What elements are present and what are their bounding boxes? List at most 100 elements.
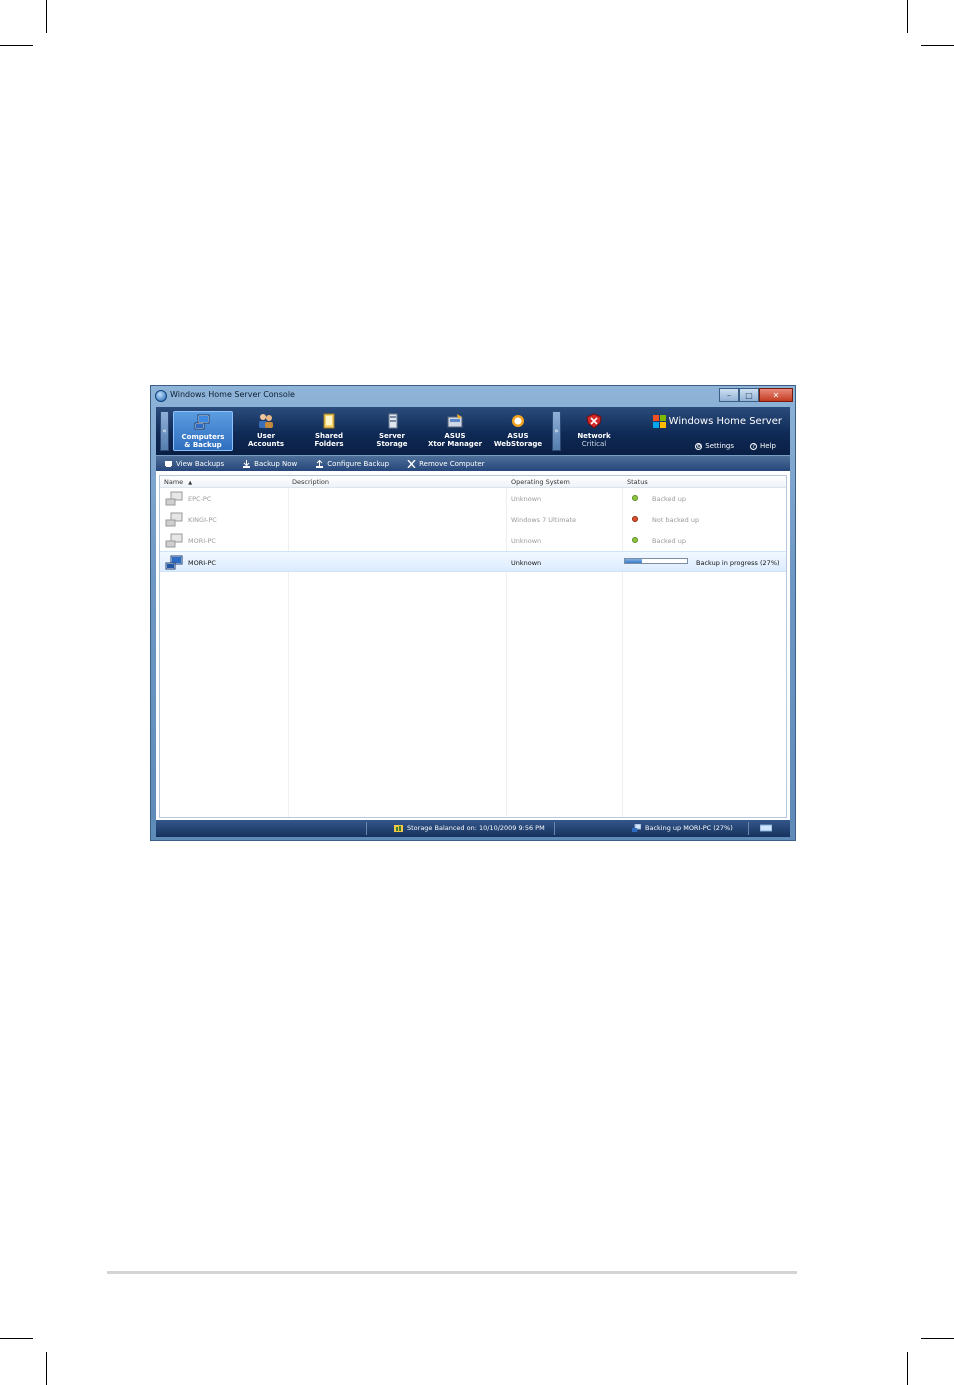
tab-xtor-line2: Xtor Manager — [427, 440, 483, 448]
table-row[interactable]: EPC-PC Unknown Backed up — [160, 488, 786, 509]
users-icon — [259, 414, 273, 428]
table-row[interactable]: MORI-PC Unknown Backed up — [160, 530, 786, 551]
configure-backup-icon — [316, 459, 324, 468]
maximize-button[interactable]: □ — [739, 388, 759, 402]
webstorage-icon — [512, 415, 524, 427]
crop-mark — [0, 1338, 33, 1339]
network-status-text: Critical — [581, 440, 607, 448]
console-window: Windows Home Server Console – □ ✕ « Comp… — [150, 385, 796, 841]
tab-storage-line1: Server — [378, 432, 405, 440]
computers-icon — [194, 414, 210, 430]
backup-now-button[interactable]: Backup Now — [242, 459, 298, 468]
computer-list: Name ▲ Description Operating System Stat… — [159, 475, 787, 818]
nav-scroll-left-button[interactable]: « — [160, 411, 169, 451]
crop-mark — [46, 0, 47, 33]
backup-status-text: Backing up MORI-PC (27%) — [645, 824, 733, 832]
help-link[interactable]: ? Help — [750, 442, 776, 450]
backup-now-label: Backup Now — [254, 459, 298, 468]
crop-mark — [46, 1352, 47, 1385]
backup-now-icon — [243, 459, 251, 468]
crop-mark — [907, 0, 908, 33]
column-header-name[interactable]: Name ▲ — [164, 478, 192, 486]
tab-webstorage-line1: ASUS — [507, 432, 529, 440]
tab-computers-line2: & Backup — [184, 441, 222, 449]
remove-computer-label: Remove Computer — [419, 459, 485, 468]
nav-band: « Computers & Backup User Accounts Share… — [156, 407, 790, 455]
crop-mark — [921, 45, 954, 46]
tab-folders-line2: Folders — [314, 440, 344, 448]
table-row[interactable]: KINGI-PC Windows 7 Ultimate Not backed u… — [160, 509, 786, 530]
backup-status: Backing up MORI-PC (27%) — [632, 824, 733, 832]
computer-offline-icon — [165, 512, 183, 527]
computer-online-icon — [165, 555, 183, 570]
status-ok-icon — [632, 537, 638, 543]
table-row-selected[interactable]: MORI-PC Unknown Backup in progress (27%) — [160, 551, 786, 572]
crop-mark — [0, 45, 33, 46]
column-name-label: Name — [164, 478, 184, 486]
app-icon — [155, 390, 167, 402]
row-name: MORI-PC — [188, 537, 216, 545]
status-divider — [366, 822, 367, 835]
tab-server-storage[interactable]: Server Storage — [362, 411, 422, 451]
tab-asus-webstorage[interactable]: ASUS WebStorage — [488, 411, 548, 451]
row-status: Backed up — [652, 537, 686, 545]
view-backups-button[interactable]: View Backups — [164, 460, 224, 468]
tab-shared-folders[interactable]: Shared Folders — [299, 411, 359, 451]
status-divider — [554, 822, 555, 835]
tab-users-line1: User — [256, 432, 276, 440]
row-os: Windows 7 Ultimate — [511, 516, 577, 524]
configure-backup-button[interactable]: Configure Backup — [315, 459, 389, 468]
network-status[interactable]: Network Critical — [564, 411, 624, 451]
title-bar[interactable]: Windows Home Server Console – □ ✕ — [151, 386, 795, 406]
network-label: Network — [577, 432, 611, 440]
tab-user-accounts[interactable]: User Accounts — [236, 411, 296, 451]
view-backups-icon — [165, 460, 172, 467]
status-bar: Storage Balanced on: 10/10/2009 9:56 PM … — [156, 820, 790, 837]
network-critical-icon — [586, 413, 602, 429]
row-status: Backup in progress (27%) — [696, 559, 780, 567]
server-status-icon[interactable] — [760, 824, 772, 832]
column-header-row: Name ▲ Description Operating System Stat… — [160, 476, 786, 488]
settings-label: Settings — [705, 442, 734, 450]
window-title: Windows Home Server Console — [170, 390, 295, 399]
column-header-description[interactable]: Description — [292, 478, 329, 486]
close-button[interactable]: ✕ — [759, 388, 793, 402]
backup-computer-icon — [632, 824, 641, 832]
storage-status-text: Storage Balanced on: 10/10/2009 9:56 PM — [407, 824, 545, 832]
nav-scroll-right-button[interactable]: » — [552, 411, 561, 451]
tab-folders-line1: Shared — [315, 432, 343, 440]
tab-xtor-line1: ASUS — [444, 432, 466, 440]
row-os: Unknown — [511, 495, 542, 503]
column-header-os[interactable]: Operating System — [511, 478, 570, 486]
settings-link[interactable]: ⚙ Settings — [695, 442, 734, 450]
backup-progress-bar — [624, 558, 688, 564]
tab-asus-xtor-manager[interactable]: ASUS Xtor Manager — [425, 411, 485, 451]
minimize-button[interactable]: – — [719, 388, 739, 402]
help-icon: ? — [750, 442, 758, 450]
folders-icon — [323, 413, 335, 429]
status-ok-icon — [632, 495, 638, 501]
row-status: Backed up — [652, 495, 686, 503]
column-header-status[interactable]: Status — [627, 478, 648, 486]
tab-storage-line2: Storage — [376, 440, 408, 448]
console-client: « Computers & Backup User Accounts Share… — [156, 407, 790, 837]
storage-status: Storage Balanced on: 10/10/2009 9:56 PM — [394, 824, 545, 832]
remove-computer-button[interactable]: Remove Computer — [407, 459, 485, 468]
row-name: KINGI-PC — [188, 516, 217, 524]
row-status: Not backed up — [652, 516, 700, 524]
brand-text: Windows Home Server — [668, 416, 782, 427]
windows-flag-icon — [652, 415, 666, 428]
computer-offline-icon — [165, 491, 183, 506]
tab-webstorage-line2: WebStorage — [493, 440, 543, 448]
storage-balanced-icon — [394, 825, 403, 832]
row-os: Unknown — [511, 537, 542, 545]
toolbar: View Backups Backup Now Configure Backup… — [156, 455, 790, 471]
status-divider — [748, 822, 749, 835]
tab-users-line2: Accounts — [247, 440, 284, 448]
status-error-icon — [632, 516, 638, 522]
tab-computers-backup[interactable]: Computers & Backup — [173, 411, 233, 451]
help-label: Help — [760, 442, 776, 450]
row-os: Unknown — [511, 559, 542, 567]
crop-mark — [921, 1338, 954, 1339]
row-name: EPC-PC — [188, 495, 212, 503]
